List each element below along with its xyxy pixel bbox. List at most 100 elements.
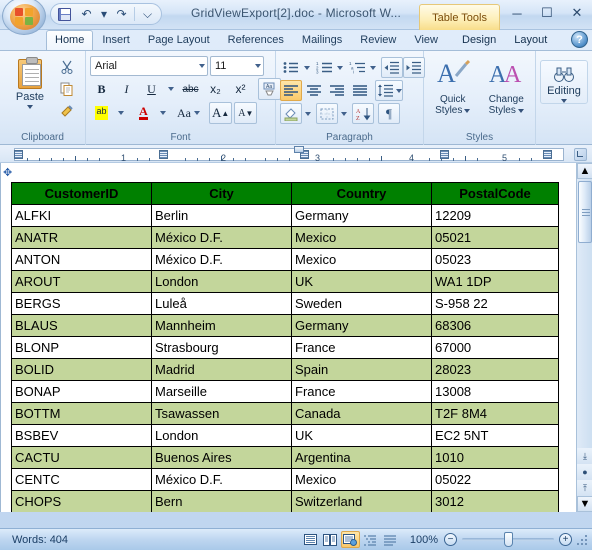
select-browse-object-button[interactable]: ● (577, 464, 592, 480)
cell-postalcode[interactable]: 1010 (431, 446, 559, 469)
cell-city[interactable]: Marseille (151, 380, 292, 403)
cell-postalcode[interactable]: 12209 (431, 204, 559, 227)
font-name-chevron-down-icon[interactable] (199, 64, 205, 68)
multilevel-chevron-down-icon[interactable] (368, 57, 377, 78)
cell-postalcode[interactable]: 68306 (431, 314, 559, 337)
cell-postalcode[interactable]: 05022 (431, 468, 559, 491)
decrease-indent-button[interactable] (381, 57, 403, 78)
tab-mailings[interactable]: Mailings (293, 30, 351, 50)
line-spacing-button[interactable] (375, 80, 403, 101)
table-row[interactable]: CACTU Buenos Aires Argentina 1010 (11, 446, 559, 469)
table-row[interactable]: BOLID Madrid Spain 28023 (11, 358, 559, 381)
first-line-indent-marker[interactable] (294, 146, 304, 153)
table-row[interactable]: ANTON México D.F. Mexico 05023 (11, 248, 559, 271)
close-button[interactable]: ✕ (566, 4, 588, 22)
table-row[interactable]: AROUT London UK WA1 1DP (11, 270, 559, 293)
table-row[interactable]: ANATR México D.F. Mexico 05021 (11, 226, 559, 249)
tab-home[interactable]: Home (46, 30, 94, 50)
shading-button[interactable] (280, 103, 302, 124)
cell-city[interactable]: Berlin (151, 204, 292, 227)
numbering-chevron-down-icon[interactable] (335, 57, 344, 78)
print-layout-view-button[interactable] (301, 531, 320, 548)
text-highlight-color-button[interactable]: ab (90, 102, 113, 124)
table-row[interactable]: CHOPS Bern Switzerland 3012 (11, 490, 559, 512)
bold-button[interactable]: B (90, 78, 113, 100)
web-layout-view-button[interactable] (340, 531, 360, 548)
cell-city[interactable]: Buenos Aires (151, 446, 292, 469)
table-row[interactable]: BOTTM Tsawassen Canada T2F 8M4 (11, 402, 559, 425)
full-screen-reading-view-button[interactable] (321, 531, 340, 548)
paste-button[interactable]: Paste (4, 54, 56, 109)
cell-postalcode[interactable]: EC2 5NT (431, 424, 559, 447)
cell-country[interactable]: France (291, 336, 432, 359)
table-row[interactable]: BLONP Strasbourg France 67000 (11, 336, 559, 359)
cell-country[interactable]: Canada (291, 402, 432, 425)
cell-customerid[interactable]: BONAP (11, 380, 152, 403)
cell-country[interactable]: Germany (291, 204, 432, 227)
scroll-up-button[interactable]: ▲ (577, 163, 592, 179)
cell-city[interactable]: Bern (151, 490, 292, 512)
font-color-chevron-down-icon[interactable] (157, 102, 169, 124)
cell-customerid[interactable]: CACTU (11, 446, 152, 469)
cell-country[interactable]: Spain (291, 358, 432, 381)
cell-postalcode[interactable]: 28023 (431, 358, 559, 381)
zoom-slider-thumb[interactable] (504, 532, 513, 547)
font-name-input[interactable]: Arial (90, 56, 208, 76)
justify-button[interactable] (349, 80, 371, 101)
cell-customerid[interactable]: BOTTM (11, 402, 152, 425)
column-header-country[interactable]: Country (291, 182, 432, 205)
help-icon[interactable]: ? (571, 31, 588, 48)
cell-country[interactable]: Germany (291, 314, 432, 337)
previous-page-button[interactable]: ⤒ (577, 480, 592, 496)
cell-customerid[interactable]: ANTON (11, 248, 152, 271)
cell-customerid[interactable]: ANATR (11, 226, 152, 249)
cell-city[interactable]: Mannheim (151, 314, 292, 337)
table-row[interactable]: BERGS Luleå Sweden S-958 22 (11, 292, 559, 315)
zoom-slider[interactable] (462, 532, 554, 547)
ruler-bar[interactable]: 1 2 3 4 5 (14, 148, 564, 163)
tab-stop-marker[interactable] (14, 150, 23, 159)
cell-city[interactable]: London (151, 270, 292, 293)
cell-country[interactable]: Mexico (291, 468, 432, 491)
change-case-button[interactable]: Aa (174, 102, 203, 124)
column-marker-4[interactable] (543, 150, 552, 159)
underline-chevron-down-icon[interactable] (165, 78, 177, 100)
cell-country[interactable]: UK (291, 270, 432, 293)
table-row[interactable]: BSBEV London UK EC2 5NT (11, 424, 559, 447)
shrink-font-button[interactable]: A ▼ (234, 102, 258, 124)
cell-postalcode[interactable]: WA1 1DP (431, 270, 559, 293)
numbering-button[interactable]: 123 (313, 57, 335, 78)
cell-city[interactable]: Tsawassen (151, 402, 292, 425)
resize-grip[interactable] (576, 533, 588, 546)
align-left-button[interactable] (280, 80, 302, 101)
shading-chevron-down-icon[interactable] (303, 103, 312, 124)
cell-postalcode[interactable]: 05021 (431, 226, 559, 249)
cut-button[interactable] (56, 57, 78, 77)
cell-city[interactable]: Strasbourg (151, 336, 292, 359)
column-marker-3[interactable] (440, 150, 449, 159)
outline-view-button[interactable] (361, 531, 380, 548)
table-tools-context-tab[interactable]: Table Tools (419, 4, 500, 30)
cell-city[interactable]: México D.F. (151, 226, 292, 249)
font-color-button[interactable]: A (132, 102, 155, 124)
sort-button[interactable]: AZ (352, 103, 374, 124)
copy-button[interactable] (56, 79, 78, 99)
cell-country[interactable]: Mexico (291, 226, 432, 249)
italic-button[interactable]: I (115, 78, 138, 100)
tab-insert[interactable]: Insert (93, 30, 139, 50)
borders-chevron-down-icon[interactable] (339, 103, 348, 124)
cell-customerid[interactable]: BLONP (11, 336, 152, 359)
tab-references[interactable]: References (219, 30, 293, 50)
underline-button[interactable]: U (140, 78, 163, 100)
change-styles-button[interactable]: AA Change Styles (482, 58, 532, 116)
cell-customerid[interactable]: BSBEV (11, 424, 152, 447)
table-row[interactable]: BONAP Marseille France 13008 (11, 380, 559, 403)
column-header-customerid[interactable]: CustomerID (11, 182, 152, 205)
zoom-in-button[interactable]: + (559, 533, 572, 546)
tab-layout[interactable]: Layout (505, 30, 556, 50)
cell-postalcode[interactable]: 3012 (431, 490, 559, 512)
cell-city[interactable]: México D.F. (151, 468, 292, 491)
format-painter-button[interactable] (56, 101, 78, 121)
strikethrough-button[interactable]: abc (179, 78, 202, 100)
align-right-button[interactable] (326, 80, 348, 101)
